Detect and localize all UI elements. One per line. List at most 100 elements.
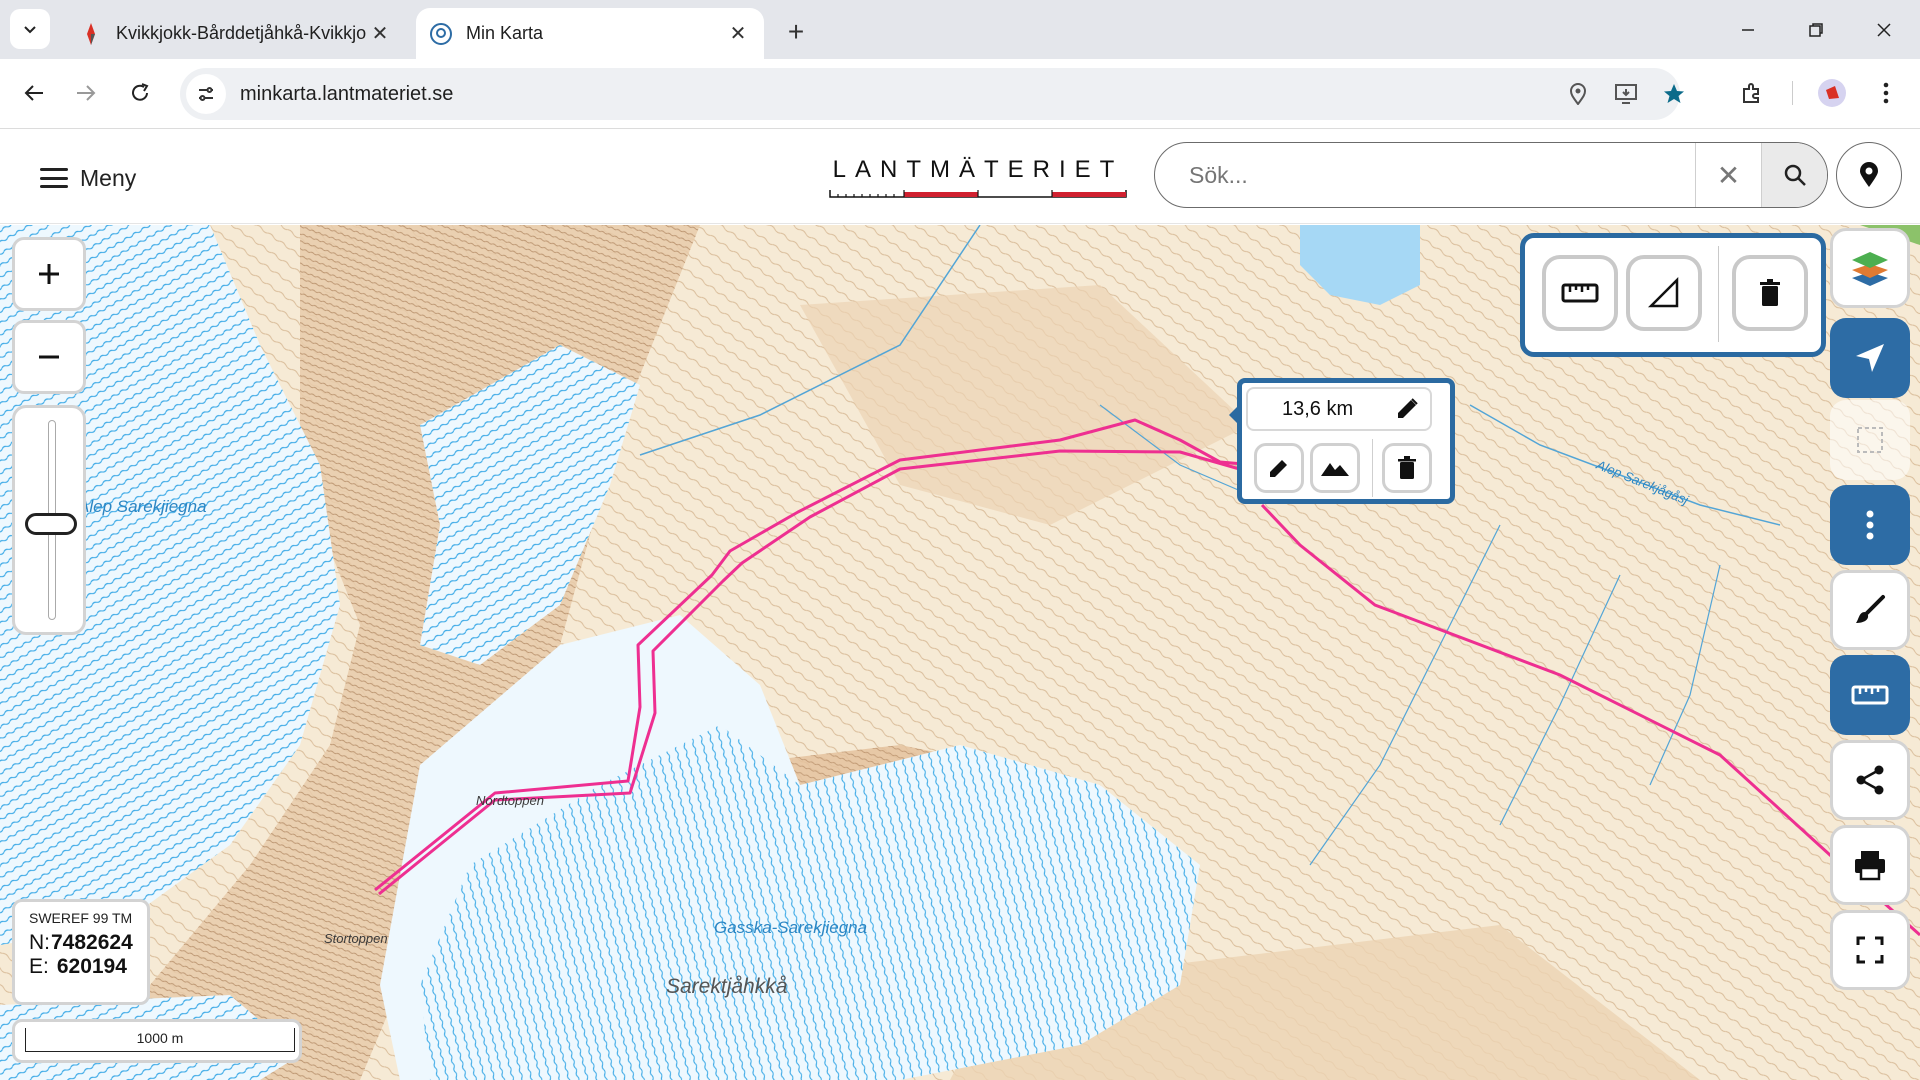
share-button[interactable] <box>1830 740 1910 820</box>
close-icon <box>1877 23 1891 37</box>
restore-icon <box>1809 23 1823 37</box>
fullscreen-button[interactable] <box>1830 910 1910 990</box>
new-tab-button[interactable]: + <box>780 16 812 48</box>
plus-icon <box>39 264 59 284</box>
more-options-button[interactable] <box>1830 485 1910 565</box>
measure-button[interactable] <box>1830 655 1910 735</box>
hamburger-icon <box>40 168 68 188</box>
browser-toolbar: minkarta.lantmateriet.se <box>0 59 1920 129</box>
ruler-icon <box>1851 685 1889 705</box>
tab-kvikkjokk[interactable]: Kvikkjokk-Bårddetjåhkå-Kvikkjokk ✕ <box>66 8 406 59</box>
bookmark-star-icon[interactable] <box>1656 76 1692 112</box>
pencil-icon <box>1270 460 1287 477</box>
map-label-alep-sarekjiegna: Alep Sarekjiegna <box>78 497 207 516</box>
close-icon: ✕ <box>1716 159 1741 191</box>
north-value: 7482624 <box>51 931 133 954</box>
trash-icon <box>1760 279 1780 306</box>
clear-search-button[interactable]: ✕ <box>1695 143 1761 207</box>
tab-min-karta[interactable]: Min Karta ✕ <box>416 8 764 59</box>
panel-divider <box>1718 246 1719 342</box>
selection-icon <box>1857 427 1883 453</box>
lantmateriet-logo[interactable]: LANTMÄTERIET <box>828 156 1128 203</box>
profile-avatar[interactable] <box>1814 75 1850 111</box>
avatar-icon <box>1818 79 1846 107</box>
zoom-slider-handle[interactable] <box>25 513 77 535</box>
measure-distance-button[interactable] <box>1542 255 1618 331</box>
back-button[interactable] <box>16 75 52 111</box>
map-label-stortoppen: Stortoppen <box>324 931 388 946</box>
zoom-slider[interactable] <box>12 405 86 635</box>
map-label-sarektjahkka: Sarektjåhkkå <box>666 975 788 998</box>
navigation-arrow-icon <box>1856 344 1884 372</box>
minus-icon <box>39 355 59 359</box>
measure-tool-panel <box>1520 233 1826 357</box>
selection-button[interactable] <box>1830 400 1910 480</box>
map-label-gasska-sarekjiegna: Gasska-Sarekjiegna <box>714 918 868 937</box>
install-app-icon[interactable] <box>1608 76 1644 112</box>
triangle-area-icon <box>1647 276 1679 308</box>
arrow-right-icon <box>77 85 96 101</box>
close-tab-icon[interactable]: ✕ <box>724 20 752 48</box>
reload-button[interactable] <box>122 75 158 111</box>
measurement-popup: 13,6 km <box>1229 378 1455 504</box>
draw-button[interactable] <box>1830 570 1910 650</box>
map-canvas[interactable]: Alep Sarekjiegna Nordtoppen Stortoppen G… <box>0 225 1920 1080</box>
brush-icon <box>1856 595 1885 623</box>
app-header: Meny LANTMÄTERIET ✕ <box>0 130 1920 224</box>
coordinate-system: SWEREF 99 TM <box>29 910 133 926</box>
fullscreen-icon <box>1856 936 1884 964</box>
scale-bar: 1000 m <box>12 1019 302 1063</box>
restore-window-button[interactable] <box>1796 10 1836 50</box>
map-pin-icon <box>1860 162 1878 187</box>
printer-icon <box>1855 851 1885 881</box>
delete-measurement-button[interactable] <box>1382 443 1432 493</box>
delete-measurements-button[interactable] <box>1732 255 1808 331</box>
site-settings-icon[interactable] <box>186 74 226 114</box>
layers-button[interactable] <box>1830 228 1910 308</box>
address-bar[interactable]: minkarta.lantmateriet.se <box>180 68 1684 120</box>
minimize-icon <box>1742 29 1754 31</box>
more-vertical-icon <box>1866 510 1874 540</box>
logo-scale-graphic <box>829 190 1127 198</box>
print-button[interactable] <box>1830 825 1910 905</box>
tab-title: Min Karta <box>466 23 544 43</box>
search-box: ✕ <box>1154 142 1828 208</box>
browser-menu-button[interactable] <box>1868 75 1904 111</box>
popup-pointer <box>1229 405 1239 425</box>
elevation-profile-button[interactable] <box>1310 443 1360 493</box>
edit-measurement-button[interactable] <box>1254 443 1304 493</box>
search-button[interactable] <box>1761 143 1827 207</box>
url-text: minkarta.lantmateriet.se <box>240 82 454 105</box>
distance-field: 13,6 km <box>1246 387 1432 431</box>
distance-value: 13,6 km <box>1282 397 1354 420</box>
compass-favicon-icon <box>80 22 102 45</box>
extensions-icon[interactable] <box>1734 75 1770 111</box>
close-window-button[interactable] <box>1864 10 1904 50</box>
tab-title: Kvikkjokk-Bårddetjåhkå-Kvikkjokk <box>116 23 366 43</box>
location-icon[interactable] <box>1560 76 1596 112</box>
menu-label: Meny <box>80 164 137 191</box>
layers-icon <box>1852 252 1888 286</box>
share-icon <box>1856 765 1884 795</box>
arrow-left-icon <box>24 85 43 101</box>
zoom-in-button[interactable] <box>12 237 86 311</box>
reload-icon <box>132 83 149 101</box>
zoom-out-button[interactable] <box>12 320 86 394</box>
scale-label: 1000 m <box>136 1030 184 1046</box>
map-pin-favicon-icon <box>430 22 452 45</box>
menu-button[interactable]: Meny <box>40 158 136 198</box>
tab-search-button[interactable] <box>10 9 50 49</box>
north-coordinate-row: N:7482624 <box>29 932 147 954</box>
close-tab-icon[interactable]: ✕ <box>366 20 394 48</box>
east-coordinate-row: E: 620194 <box>29 956 147 978</box>
navigate-button[interactable] <box>1830 318 1910 398</box>
map-label-nordtoppen: Nordtoppen <box>476 793 544 808</box>
find-location-button[interactable] <box>1836 142 1902 208</box>
search-input[interactable] <box>1155 143 1695 207</box>
measure-area-button[interactable] <box>1626 255 1702 331</box>
north-label: N: <box>29 931 50 954</box>
edit-label-icon[interactable] <box>1394 396 1420 427</box>
minimize-window-button[interactable] <box>1728 10 1768 50</box>
forward-button[interactable] <box>68 75 104 111</box>
mountain-icon <box>1321 463 1349 476</box>
